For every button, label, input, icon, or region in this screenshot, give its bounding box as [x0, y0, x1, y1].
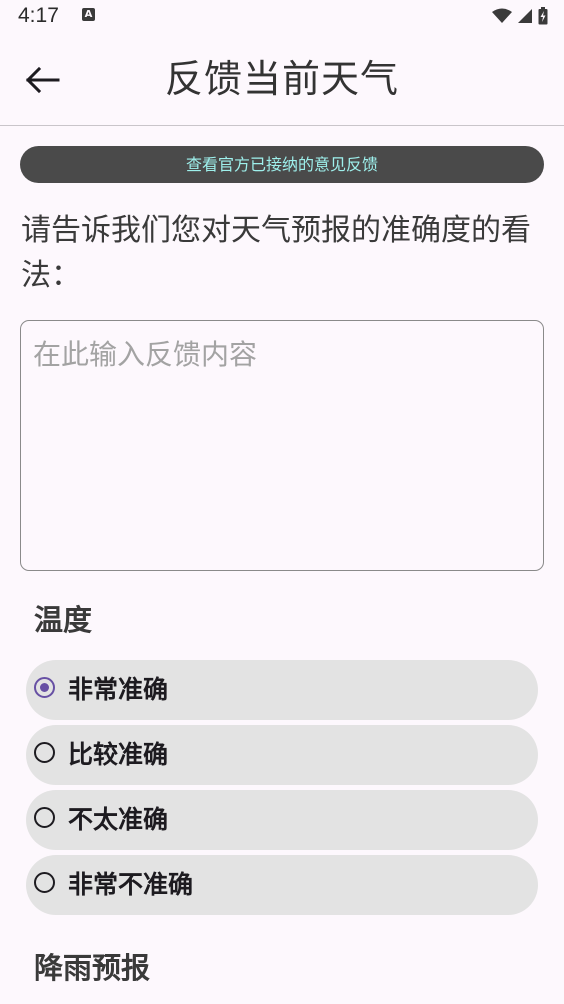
option-label: 不太准确 [68, 805, 169, 834]
notification-icon: A [82, 8, 95, 21]
option-label: 非常不准确 [68, 870, 194, 899]
section-title-temperature: 温度 [34, 603, 93, 637]
radio-checked-icon[interactable] [34, 677, 55, 698]
view-official-feedback-button[interactable]: 查看官方已接纳的意见反馈 [20, 146, 544, 183]
option-label: 比较准确 [68, 740, 169, 769]
option-very-accurate[interactable]: 非常准确 [26, 660, 538, 720]
feedback-box [20, 320, 544, 571]
status-time: 4:17 [18, 4, 59, 27]
option-label: 非常准确 [68, 675, 169, 704]
option-very-inaccurate[interactable]: 非常不准确 [26, 855, 538, 915]
feedback-prompt: 请告诉我们您对天气预报的准确度的看法： [21, 213, 531, 293]
page-title: 反馈当前天气 [164, 57, 399, 101]
app-bar: 反馈当前天气 [0, 34, 564, 125]
radio-unchecked-icon[interactable] [34, 807, 55, 828]
app-bar-divider [0, 125, 564, 126]
wifi-icon [492, 8, 512, 23]
feedback-input[interactable] [33, 333, 529, 557]
status-bar: 4:17 A [0, 0, 564, 34]
status-icons [492, 6, 548, 26]
radio-unchecked-icon[interactable] [34, 742, 55, 763]
radio-unchecked-icon[interactable] [34, 872, 55, 893]
signal-icon [518, 9, 532, 23]
battery-icon [538, 7, 548, 25]
option-not-very-accurate[interactable]: 不太准确 [26, 790, 538, 850]
option-fairly-accurate[interactable]: 比较准确 [26, 725, 538, 785]
section-title-rainfall: 降雨预报 [34, 951, 151, 985]
